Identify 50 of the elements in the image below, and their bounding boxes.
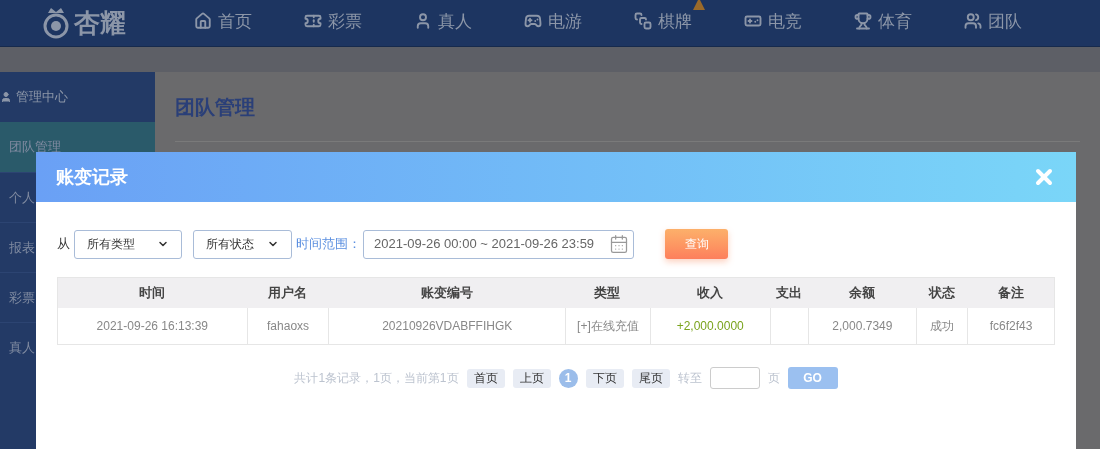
table-cell: fahaoxs [246, 308, 329, 344]
table-cell-text: 2021-09-26 16:13:39 [95, 318, 210, 335]
column-header: 用户名 [267, 284, 309, 303]
column-header: 状态 [927, 284, 956, 303]
filter-select[interactable]: 所有状态 [193, 229, 292, 259]
column-header: 类型 [593, 284, 622, 303]
crown-logo-icon [42, 7, 70, 39]
page-title: 团队管理 [175, 94, 255, 120]
table-cell: [+]在线充值 [565, 308, 650, 344]
page-button[interactable]: 尾页 [631, 368, 670, 388]
filter-select[interactable]: 所有类型 [74, 229, 182, 259]
nav-link[interactable]: 真人 [410, 8, 472, 35]
page-suffix: 页 [767, 370, 780, 387]
time-range-label: 时间范围： [296, 235, 361, 254]
table-cell: +2,000.0000 [649, 308, 770, 344]
nav-icon [964, 12, 982, 31]
nav-link[interactable]: 电竞 [740, 8, 802, 35]
table-cell: 成功 [916, 308, 968, 344]
user-icon [0, 91, 12, 103]
nav-link[interactable]: 团队 [960, 8, 1022, 35]
calendar-icon [609, 234, 629, 254]
page-input[interactable] [709, 367, 760, 389]
nav-link[interactable]: 彩票 [300, 8, 362, 35]
page-button[interactable]: 下页 [585, 368, 624, 388]
nav-icon [194, 12, 212, 31]
pagination-summary: 共计1条记录，1页，当前第1页 [294, 370, 459, 387]
nav-icon [854, 12, 872, 31]
nav-link[interactable]: 棋牌 [630, 8, 692, 35]
column-header: 余额 [847, 284, 876, 303]
column-header: 收入 [695, 284, 724, 303]
table-cell: 20210926VDABFFIHGK [328, 308, 565, 344]
column-header: 时间 [138, 284, 167, 303]
page-button[interactable]: 上页 [512, 368, 551, 388]
nav-link[interactable]: 电游 [520, 8, 582, 35]
column-header: 账变编号 [419, 284, 474, 303]
logo-text: 杏耀 [74, 6, 126, 40]
nav-link[interactable]: 体育 [850, 8, 912, 35]
table-cell: 2,000.7349 [807, 308, 917, 344]
from-label: 从 [57, 235, 70, 254]
sidebar-header: 管理中心 [16, 88, 68, 107]
nav-icon [634, 12, 652, 31]
nav-icon [414, 12, 432, 31]
column-header: 备注 [996, 284, 1025, 303]
table-cell: fc6f2f43 [967, 308, 1054, 344]
nav-link[interactable]: 首页 [190, 8, 252, 35]
query-button[interactable]: 查询 [665, 229, 728, 259]
date-range-field[interactable]: 2021-09-26 00:00 ~ 2021-09-26 23:59 [363, 229, 634, 259]
page-button[interactable]: 首页 [466, 368, 505, 388]
column-header: 支出 [774, 284, 803, 303]
goto-label: 转至 [677, 370, 702, 387]
